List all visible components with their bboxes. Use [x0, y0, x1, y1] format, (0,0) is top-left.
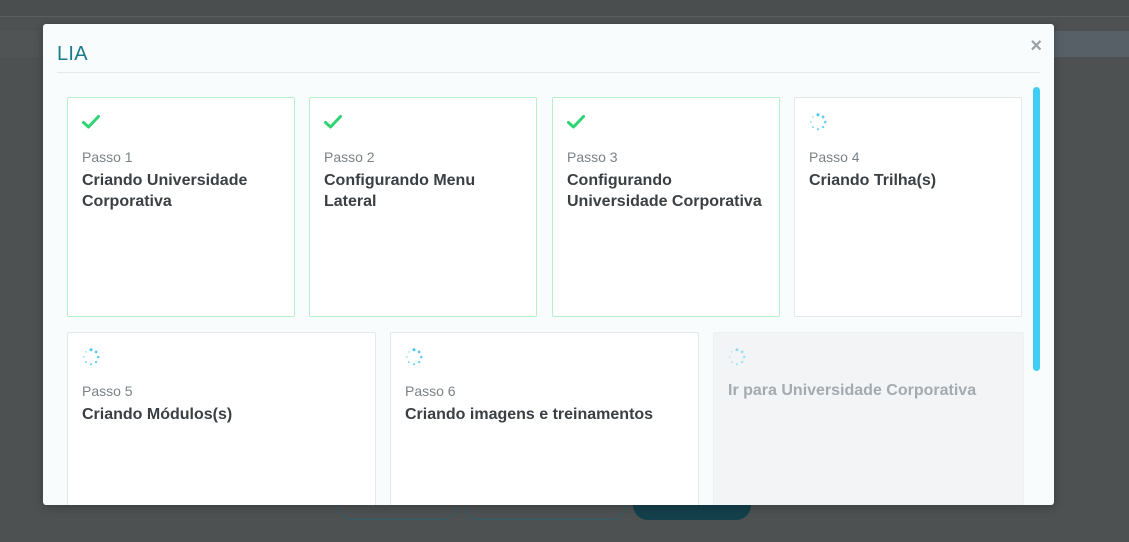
backdrop-strip-accent	[1054, 31, 1129, 57]
step-title: Criando imagens e treinamentos	[405, 406, 654, 423]
step-card-6: Passo 6 Criando imagens e treinamentos	[390, 332, 699, 505]
go-to-corporate-university-label: Ir para Universidade Corporativa	[728, 382, 977, 399]
spinner-icon	[809, 113, 827, 131]
modal-body: Passo 1 Criando Universidade Corporativa…	[43, 73, 1054, 505]
spinner-icon	[405, 348, 423, 366]
modal-scrollbar[interactable]	[1033, 87, 1040, 371]
step-card-3: Passo 3 Configurando Universidade Corpor…	[552, 97, 780, 317]
step-card-1: Passo 1 Criando Universidade Corporativa	[67, 97, 295, 317]
step-number: Passo 1	[82, 149, 133, 165]
close-icon[interactable]: ×	[1030, 36, 1042, 56]
step-title: Criando Universidade Corporativa	[82, 172, 248, 210]
check-icon	[324, 115, 342, 129]
lia-modal: LIA × Passo 1 Criando Universidade Corpo…	[43, 24, 1054, 505]
step-number: Passo 4	[809, 149, 860, 165]
step-number: Passo 3	[567, 149, 618, 165]
step-card-5: Passo 5 Criando Módulos(s)	[67, 332, 376, 505]
step-card-4: Passo 4 Criando Trilha(s)	[794, 97, 1022, 317]
step-title: Criando Módulos(s)	[82, 406, 233, 423]
step-number: Passo 6	[405, 383, 456, 399]
spinner-icon	[82, 348, 100, 366]
step-number: Passo 5	[82, 383, 133, 399]
step-title: Configurando Universidade Corporativa	[567, 172, 762, 210]
modal-title: LIA	[57, 43, 88, 65]
check-icon	[82, 115, 100, 129]
backdrop-topbar	[0, 0, 1129, 17]
go-to-corporate-university-button[interactable]: Ir para Universidade Corporativa	[713, 332, 1024, 505]
step-title: Configurando Menu Lateral	[324, 172, 476, 210]
step-card-2: Passo 2 Configurando Menu Lateral	[309, 97, 537, 317]
check-icon	[567, 115, 585, 129]
step-title: Criando Trilha(s)	[809, 172, 937, 189]
step-number: Passo 2	[324, 149, 375, 165]
spinner-icon	[728, 348, 746, 366]
